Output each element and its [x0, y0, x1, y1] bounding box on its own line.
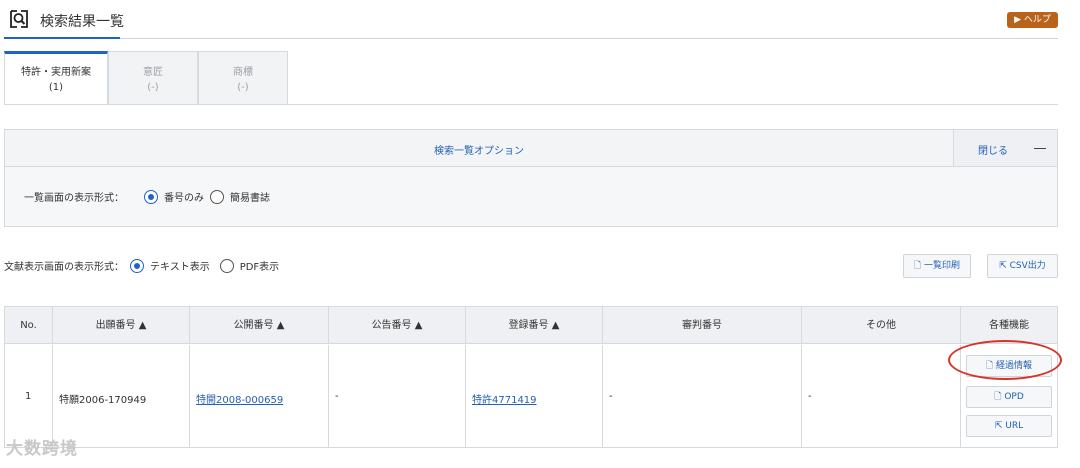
tab-label: 意匠 [143, 67, 163, 78]
radio-number-only[interactable] [144, 189, 158, 204]
col-application[interactable]: 出願番号 ▲ [53, 307, 190, 344]
document-icon: 🗋 [913, 261, 922, 271]
page-title: 検索結果一覧 [40, 14, 124, 30]
url-button[interactable]: ⇱ URL [966, 415, 1052, 437]
table-cell-publication: 特開2008-000659 [190, 345, 329, 448]
export-icon: ⇱ [994, 421, 1003, 431]
radio-simple-biblio[interactable] [210, 189, 224, 204]
radio-label: 番号のみ [164, 193, 204, 204]
csv-export-button[interactable]: ⇱ CSV出力 [987, 254, 1058, 278]
tab-label: 特許・実用新案 [21, 67, 91, 78]
title-underline [4, 37, 120, 39]
table-cell-other: - [802, 345, 961, 448]
tab-count: (-) [147, 82, 159, 93]
url-label: URL [1005, 421, 1024, 431]
doc-format-label: 文献表示画面の表示形式： [4, 262, 124, 273]
tab-count: (1) [48, 82, 64, 93]
tab-count: (-) [237, 82, 249, 93]
application-number: 特願2006-170949 [59, 395, 147, 406]
col-publication[interactable]: 公開番号 ▲ [190, 307, 329, 344]
options-body: 一覧画面の表示形式： 番号のみ 簡易書誌 [5, 167, 1057, 226]
tab-label: 商標 [233, 67, 253, 78]
watermark: 大数跨境 [6, 439, 78, 459]
tabs-divider [4, 104, 1058, 105]
col-no: No. [5, 307, 53, 344]
options-title: 検索一覧オプション [434, 146, 524, 157]
registration-number-link[interactable]: 特許4771419 [472, 391, 537, 406]
list-format-row: 一覧画面の表示形式： 番号のみ 簡易書誌 [24, 189, 270, 204]
options-close-button[interactable]: 閉じる [953, 130, 1057, 166]
print-list-button[interactable]: 🗋 一覧印刷 [903, 254, 971, 278]
table-header: No. 出願番号 ▲ 公開番号 ▲ 公告番号 ▲ 登録番号 ▲ 審判番号 その他… [5, 307, 1057, 344]
list-format-label: 一覧画面の表示形式： [24, 193, 124, 204]
close-label: 閉じる [978, 146, 1008, 157]
table-cell-announcement: - [329, 345, 466, 448]
radio-label: 簡易書誌 [230, 193, 270, 204]
radio-label: PDF表示 [239, 262, 280, 273]
results-table: No. 出願番号 ▲ 公開番号 ▲ 公告番号 ▲ 登録番号 ▲ 審判番号 その他… [4, 306, 1058, 448]
col-registration[interactable]: 登録番号 ▲ [466, 307, 603, 344]
doc-format-row: 文献表示画面の表示形式： テキスト表示 PDF表示 [4, 258, 279, 273]
collapse-icon [1034, 148, 1046, 149]
header-divider [4, 38, 1058, 39]
options-header: 検索一覧オプション 閉じる [5, 130, 1057, 167]
radio-text-display[interactable] [130, 258, 144, 273]
trial-number: - [609, 391, 613, 402]
table-cell-registration: 特許4771419 [466, 345, 603, 448]
radio-pdf-display[interactable] [219, 258, 234, 273]
row-number: 1 [25, 391, 32, 402]
result-tabs: 特許・実用新案 (1) 意匠 (-) 商標 (-) [4, 51, 1058, 105]
col-trial: 審判番号 [603, 307, 802, 344]
col-functions: 各種機能 [989, 320, 1029, 331]
announcement-number: - [335, 391, 339, 402]
page-header: 検索結果一覧 ▶ ヘルプ [0, 0, 1080, 40]
table-cell-trial: - [603, 345, 802, 448]
col-other: その他 [802, 307, 961, 344]
tab-trademark[interactable]: 商標 (-) [198, 51, 288, 105]
csv-export-label: CSV出力 [1009, 261, 1046, 271]
tab-patent[interactable]: 特許・実用新案 (1) [4, 51, 108, 105]
opd-button[interactable]: 🗋 OPD [966, 386, 1052, 408]
highlight-ring [948, 340, 1062, 380]
publication-number-link[interactable]: 特開2008-000659 [196, 391, 283, 406]
other-info: - [808, 391, 812, 402]
print-list-label: 一覧印刷 [924, 261, 961, 271]
document-icon: 🗋 [994, 392, 1002, 402]
radio-label: テキスト表示 [150, 262, 210, 273]
table-cell-application: 特願2006-170949 [53, 345, 190, 448]
col-announcement[interactable]: 公告番号 ▲ [329, 307, 466, 344]
export-icon: ⇱ [999, 261, 1007, 271]
opd-label: OPD [1004, 392, 1024, 402]
search-result-icon [10, 10, 28, 28]
tab-design[interactable]: 意匠 (-) [108, 51, 198, 105]
list-options-panel: 検索一覧オプション 閉じる 一覧画面の表示形式： 番号のみ 簡易書誌 [4, 129, 1058, 227]
help-button[interactable]: ▶ ヘルプ [1007, 12, 1058, 28]
table-cell-no: 1 [5, 345, 53, 448]
